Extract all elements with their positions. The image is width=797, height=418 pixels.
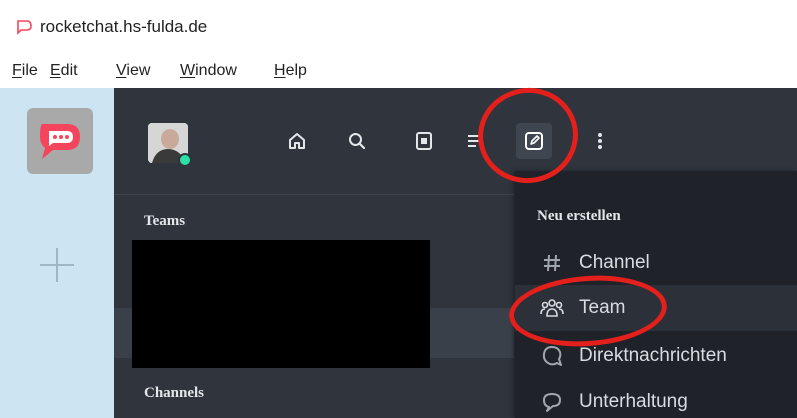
server-button[interactable] — [27, 108, 93, 174]
menu-view[interactable]: View — [116, 62, 150, 80]
discussion-icon — [539, 389, 565, 415]
menu-file[interactable]: File — [12, 62, 38, 80]
kebab-menu-icon[interactable] — [588, 129, 612, 153]
teams-section-header: Teams — [144, 213, 186, 229]
directory-icon[interactable] — [412, 129, 436, 153]
create-new-menu: Neu erstellen Channel Team Direktnachric… — [515, 171, 797, 418]
menu-bar: File Edit View Window Help — [0, 56, 797, 88]
menu-item-discussion[interactable]: Unterhaltung — [515, 379, 797, 418]
menu-item-team[interactable]: Team — [515, 285, 797, 331]
rocket-chat-logo-icon — [16, 19, 32, 35]
window-title: rocketchat.hs-fulda.de — [40, 17, 208, 36]
rocket-chat-logo-icon — [40, 124, 80, 159]
menu-item-label: Direktnachrichten — [579, 345, 727, 366]
sort-icon[interactable] — [464, 129, 488, 153]
server-rail — [0, 88, 114, 418]
create-new-icon — [522, 129, 546, 153]
search-icon[interactable] — [345, 129, 369, 153]
menu-window[interactable]: Window — [180, 62, 237, 80]
menu-item-direct-messages[interactable]: Direktnachrichten — [515, 333, 797, 379]
menu-item-label: Channel — [579, 252, 650, 273]
menu-help[interactable]: Help — [274, 62, 307, 80]
plus-icon[interactable] — [36, 244, 78, 286]
hashtag-icon — [539, 250, 565, 276]
online-status-badge — [178, 153, 192, 167]
menu-edit[interactable]: Edit — [50, 62, 78, 80]
channels-section-header: Channels — [144, 385, 205, 401]
create-new-menu-title: Neu erstellen — [537, 208, 621, 224]
redacted-team-list — [132, 240, 430, 368]
window-titlebar: rocketchat.hs-fulda.de — [0, 0, 797, 56]
create-new-button[interactable] — [516, 123, 552, 159]
menu-item-channel[interactable]: Channel — [515, 240, 797, 286]
home-icon[interactable] — [285, 129, 309, 153]
direct-message-icon — [539, 343, 565, 369]
team-icon — [539, 295, 565, 321]
sidebar-header — [114, 88, 644, 176]
menu-item-label: Unterhaltung — [579, 391, 688, 412]
sidebar-divider — [114, 194, 514, 195]
menu-item-label: Team — [579, 297, 626, 318]
